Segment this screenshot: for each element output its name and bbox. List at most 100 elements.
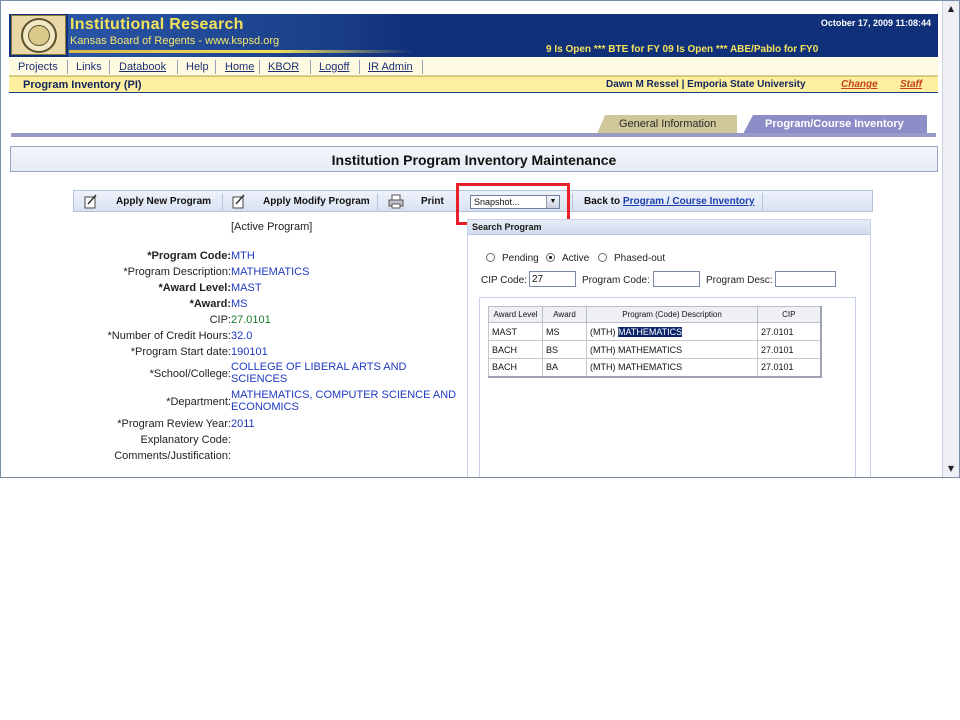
cell-cip: 27.0101 <box>757 322 822 341</box>
table-row[interactable]: MAST MS (MTH) MATHEMATICS 27.0101 <box>488 322 822 341</box>
site-title: Institutional Research <box>70 16 244 33</box>
change-link[interactable]: Change <box>841 79 878 90</box>
table-row[interactable]: BACH BS (MTH) MATHEMATICS 27.0101 <box>488 340 822 359</box>
apply-new-program-button[interactable]: Apply New Program <box>116 196 211 207</box>
scroll-down-icon[interactable]: ▼ <box>945 463 957 475</box>
radio-active-label: Active <box>562 253 590 264</box>
nav-item-links[interactable]: Links <box>76 61 102 73</box>
back-to-label: Back to Program / Course Inventory <box>584 196 755 207</box>
field-label: *Program Review Year: <box>117 418 231 430</box>
user-info: Dawn M Ressel | Emporia State University <box>606 79 806 90</box>
tab-inventory-label: Program/Course Inventory <box>765 118 904 130</box>
cell-award-level: BACH <box>488 358 543 378</box>
print-button[interactable]: Print <box>421 196 444 207</box>
cell-award-level: BACH <box>488 340 543 359</box>
edit-document-icon[interactable] <box>232 194 246 209</box>
field-label: CIP: <box>209 314 231 326</box>
field-label: *Number of Credit Hours: <box>107 330 232 342</box>
nav-item-kbor[interactable]: KBOR <box>268 61 299 73</box>
program-desc-input[interactable] <box>775 271 836 287</box>
field-value: MTH <box>231 250 255 262</box>
program-desc-label: Program Desc: <box>706 275 773 286</box>
header-datetime: October 17, 2009 11:08:44 <box>820 18 931 28</box>
program-code: (MTH) <box>590 362 618 373</box>
staff-link[interactable]: Staff <box>900 79 922 90</box>
field-label: *School/College: <box>149 368 231 380</box>
tab-general-information[interactable]: General Information <box>597 115 737 134</box>
table-row[interactable]: BACH BA (MTH) MATHEMATICS 27.0101 <box>488 358 822 378</box>
nav-item-logoff[interactable]: Logoff <box>319 61 349 73</box>
field-label: *Award: <box>189 298 231 310</box>
field-label: Explanatory Code: <box>140 434 232 446</box>
field-label: *Program Start date: <box>130 346 231 358</box>
apply-modify-program-button[interactable]: Apply Modify Program <box>263 196 370 207</box>
column-header[interactable]: Award Level <box>488 306 543 323</box>
field-value: MS <box>231 298 248 310</box>
column-header[interactable]: Program (Code) Description <box>586 306 758 323</box>
back-to-inventory-link[interactable]: Program / Course Inventory <box>623 196 755 207</box>
nav-item-projects[interactable]: Projects <box>18 61 58 73</box>
scroll-up-icon[interactable]: ▲ <box>945 3 957 15</box>
browser-viewport: Institutional Research Kansas Board of R… <box>0 0 960 478</box>
page-title: Institution Program Inventory Maintenanc… <box>331 152 617 168</box>
module-name: Program Inventory (PI) <box>23 79 142 91</box>
cell-award: BS <box>542 340 587 359</box>
nav-item-ir-admin[interactable]: IR Admin <box>368 61 413 73</box>
cell-award: MS <box>542 322 587 341</box>
nav-item-home[interactable]: Home <box>225 61 254 73</box>
field-value: COLLEGE OF LIBERAL ARTS AND SCIENCES <box>231 361 407 385</box>
cell-program-description[interactable]: (MTH) MATHEMATICS <box>586 322 758 341</box>
selected-program-description[interactable]: MATHEMATICS <box>618 326 683 337</box>
field-value: MATHEMATICS, COMPUTER SCIENCE AND ECONOM… <box>231 389 457 413</box>
program-description: MATHEMATICS <box>618 344 683 355</box>
title-bar: Institution Program Inventory Maintenanc… <box>10 146 938 172</box>
announcement-ticker: 9 Is Open *** BTE for FY 09 Is Open *** … <box>546 44 819 55</box>
field-value: MATHEMATICS <box>231 266 310 278</box>
nav-item-databook[interactable]: Databook <box>119 61 166 73</box>
radio-phased-out[interactable] <box>598 253 607 262</box>
field-label: *Program Description: <box>123 266 231 278</box>
nav-item-help[interactable]: Help <box>186 61 209 73</box>
cell-program-description[interactable]: (MTH) MATHEMATICS <box>586 358 758 378</box>
search-panel-header: Search Program <box>468 220 870 235</box>
program-description: MATHEMATICS <box>618 362 683 373</box>
column-header[interactable]: CIP <box>757 306 822 323</box>
field-value: 27.0101 <box>231 314 271 326</box>
radio-phased-out-label: Phased-out <box>614 253 666 264</box>
cell-cip: 27.0101 <box>757 358 822 378</box>
program-code: (MTH) <box>590 344 618 355</box>
program-code-input[interactable] <box>653 271 700 287</box>
main-nav: Projects Links Databook Help Home KBOR L… <box>9 58 938 76</box>
cip-code-label: CIP Code: <box>481 275 527 286</box>
site-header: Institutional Research Kansas Board of R… <box>9 14 938 57</box>
tab-program-course-inventory[interactable]: Program/Course Inventory <box>743 115 927 134</box>
radio-active[interactable] <box>546 253 555 262</box>
printer-icon[interactable] <box>388 194 404 209</box>
field-label: *Award Level: <box>158 282 231 294</box>
search-results-table: Award Level Award Program (Code) Descrip… <box>488 306 822 378</box>
header-underline <box>69 50 414 53</box>
tab-general-label: General Information <box>619 118 717 130</box>
field-value: 190101 <box>231 346 268 358</box>
column-header[interactable]: Award <box>542 306 587 323</box>
tab-strip-line <box>11 133 936 137</box>
field-value: 32.0 <box>231 330 253 342</box>
cell-program-description[interactable]: (MTH) MATHEMATICS <box>586 340 758 359</box>
user-bar: Program Inventory (PI) Dawn M Ressel | E… <box>9 76 938 93</box>
cip-code-input[interactable] <box>529 271 576 287</box>
radio-pending[interactable] <box>486 253 495 262</box>
field-value: 2011 <box>231 418 255 430</box>
radio-pending-label: Pending <box>502 253 539 264</box>
program-code: (MTH) <box>590 326 618 337</box>
field-value: MAST <box>231 282 262 294</box>
program-code-label: Program Code: <box>582 275 650 286</box>
screenshot: Institutional Research Kansas Board of R… <box>0 0 960 720</box>
field-label: *Department: <box>166 396 231 408</box>
cell-cip: 27.0101 <box>757 340 822 359</box>
field-label: *Program Code: <box>147 250 231 262</box>
search-panel-title: Search Program <box>472 222 542 232</box>
new-document-icon[interactable] <box>84 194 98 209</box>
table-header-row: Award Level Award Program (Code) Descrip… <box>488 306 822 323</box>
program-status-label: [Active Program] <box>231 221 313 233</box>
vertical-scrollbar[interactable]: ▲ ▼ <box>942 1 959 477</box>
